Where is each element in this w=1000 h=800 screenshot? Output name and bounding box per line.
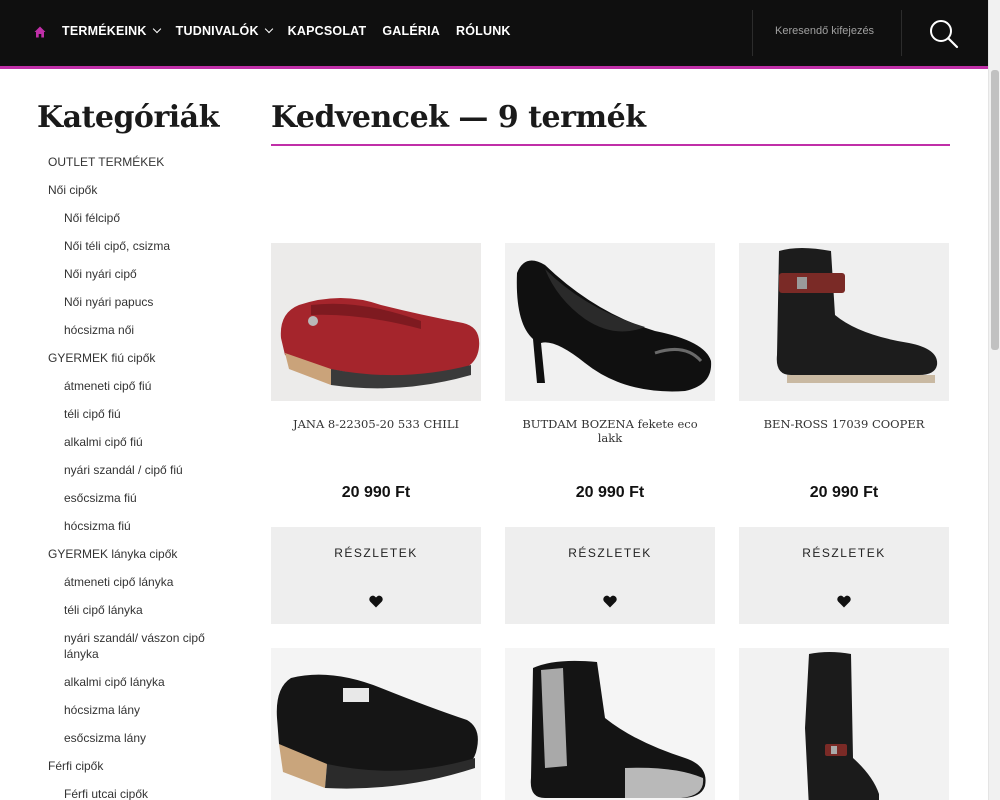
chevron-down-icon bbox=[152, 24, 161, 34]
page-title: Kedvencek — 9 termék bbox=[271, 100, 646, 135]
product-name[interactable]: JANA 8-22305-20 533 CHILI bbox=[271, 417, 481, 473]
sidebar-category-item[interactable]: esőcsizma fiú bbox=[0, 484, 230, 512]
product-price: 20 990 Ft bbox=[575, 484, 645, 501]
nav-item-galeria[interactable]: GALÉRIA bbox=[382, 24, 440, 38]
product-image-black-ankle-boot[interactable] bbox=[739, 243, 949, 401]
details-button[interactable]: RÉSZLETEK bbox=[271, 546, 481, 560]
product-card bbox=[271, 648, 481, 800]
sidebar-category-item[interactable]: Női félcipő bbox=[0, 204, 230, 232]
heart-icon[interactable] bbox=[837, 595, 851, 608]
sidebar-category-item[interactable]: Férfi utcai cipők bbox=[0, 780, 230, 800]
sidebar-category-item[interactable]: Női cipők bbox=[0, 176, 230, 204]
sidebar-category-item[interactable]: téli cipő fiú bbox=[0, 400, 230, 428]
search-icon[interactable] bbox=[928, 18, 960, 50]
product-price: 20 990 Ft bbox=[341, 484, 411, 501]
product-actions: RÉSZLETEK bbox=[271, 527, 481, 624]
product-image-black-silver-bootie[interactable] bbox=[505, 648, 715, 800]
page-scrollbar[interactable] bbox=[988, 0, 1000, 800]
product-name[interactable]: BUTDAM BOZENA fekete eco lakk bbox=[505, 417, 715, 473]
sidebar-category-item[interactable]: esőcsizma lány bbox=[0, 724, 230, 752]
heart-icon[interactable] bbox=[369, 595, 383, 608]
nav-item-kapcsolat[interactable]: KAPCSOLAT bbox=[288, 24, 367, 38]
sidebar-category-item[interactable]: hócsizma fiú bbox=[0, 512, 230, 540]
product-image-black-tall-boot[interactable] bbox=[739, 648, 949, 800]
sidebar-category-item[interactable]: átmeneti cipő lányka bbox=[0, 568, 230, 596]
product-card: BEN-ROSS 17039 COOPER 20 990 Ft RÉSZLETE… bbox=[739, 243, 949, 624]
sidebar-category-item[interactable]: átmeneti cipő fiú bbox=[0, 372, 230, 400]
title-underline bbox=[271, 144, 950, 146]
product-card: JANA 8-22305-20 533 CHILI 20 990 Ft RÉSZ… bbox=[271, 243, 481, 624]
scrollbar-thumb[interactable] bbox=[991, 70, 999, 350]
product-name[interactable]: BEN-ROSS 17039 COOPER bbox=[739, 417, 949, 473]
sidebar-category-item[interactable]: hócsizma lány bbox=[0, 696, 230, 724]
nav-item-rolunk[interactable]: RÓLUNK bbox=[456, 24, 511, 38]
nav-item-label: GALÉRIA bbox=[382, 24, 440, 38]
top-navigation-bar: TERMÉKEINK TUDNIVALÓK KAPCSOLAT GALÉRIA … bbox=[0, 0, 988, 66]
product-card bbox=[505, 648, 715, 800]
sidebar-category-item[interactable]: Női téli cipő, csizma bbox=[0, 232, 230, 260]
sidebar-title: Kategóriák bbox=[37, 100, 219, 135]
sidebar-category-item[interactable]: nyári szandál/ vászon cipő lányka bbox=[0, 624, 230, 668]
chevron-down-icon bbox=[264, 24, 273, 34]
product-actions: RÉSZLETEK bbox=[505, 527, 715, 624]
sidebar-category-item[interactable]: téli cipő lányka bbox=[0, 596, 230, 624]
sidebar-category-item[interactable]: alkalmi cipő lányka bbox=[0, 668, 230, 696]
product-card: BUTDAM BOZENA fekete eco lakk 20 990 Ft … bbox=[505, 243, 715, 624]
main-menu: TERMÉKEINK TUDNIVALÓK KAPCSOLAT GALÉRIA … bbox=[62, 24, 527, 38]
product-image-black-perforated-wedge[interactable] bbox=[271, 648, 481, 800]
search-box bbox=[752, 10, 902, 56]
details-button[interactable]: RÉSZLETEK bbox=[739, 546, 949, 560]
sidebar-category-item[interactable]: Női nyári papucs bbox=[0, 288, 230, 316]
product-card bbox=[739, 648, 949, 800]
nav-item-label: RÓLUNK bbox=[455, 24, 511, 38]
search-input[interactable] bbox=[775, 25, 890, 37]
category-list: OUTLET TERMÉKEK Női cipők Női félcipő Női t… bbox=[0, 148, 230, 800]
nav-item-termekeink[interactable]: TERMÉKEINK bbox=[62, 24, 161, 38]
product-actions: RÉSZLETEK bbox=[739, 527, 949, 624]
sidebar-category-item[interactable]: GYERMEK lányka cipők bbox=[0, 540, 230, 568]
sidebar-category-item[interactable]: Férfi cipők bbox=[0, 752, 230, 780]
sidebar-category-item[interactable]: GYERMEK fiú cipők bbox=[0, 344, 230, 372]
nav-item-tudnivalok[interactable]: TUDNIVALÓK bbox=[175, 24, 273, 38]
nav-item-label: KAPCSOLAT bbox=[287, 24, 367, 38]
home-icon[interactable] bbox=[34, 26, 46, 38]
product-price: 20 990 Ft bbox=[809, 484, 879, 501]
header-accent-line bbox=[0, 66, 988, 69]
product-image-red-wedge-shoe[interactable] bbox=[271, 243, 481, 401]
sidebar-category-item[interactable]: nyári szandál / cipő fiú bbox=[0, 456, 230, 484]
nav-item-label: TUDNIVALÓK bbox=[175, 24, 259, 38]
sidebar-category-item[interactable]: hócsizma női bbox=[0, 316, 230, 344]
details-button[interactable]: RÉSZLETEK bbox=[505, 546, 715, 560]
sidebar-category-item[interactable]: alkalmi cipő fiú bbox=[0, 428, 230, 456]
nav-item-label: TERMÉKEINK bbox=[62, 24, 147, 38]
sidebar-category-item[interactable]: Női nyári cipő bbox=[0, 260, 230, 288]
product-image-black-patent-pump[interactable] bbox=[505, 243, 715, 401]
sidebar-category-item[interactable]: OUTLET TERMÉKEK bbox=[0, 148, 230, 176]
heart-icon[interactable] bbox=[603, 595, 617, 608]
